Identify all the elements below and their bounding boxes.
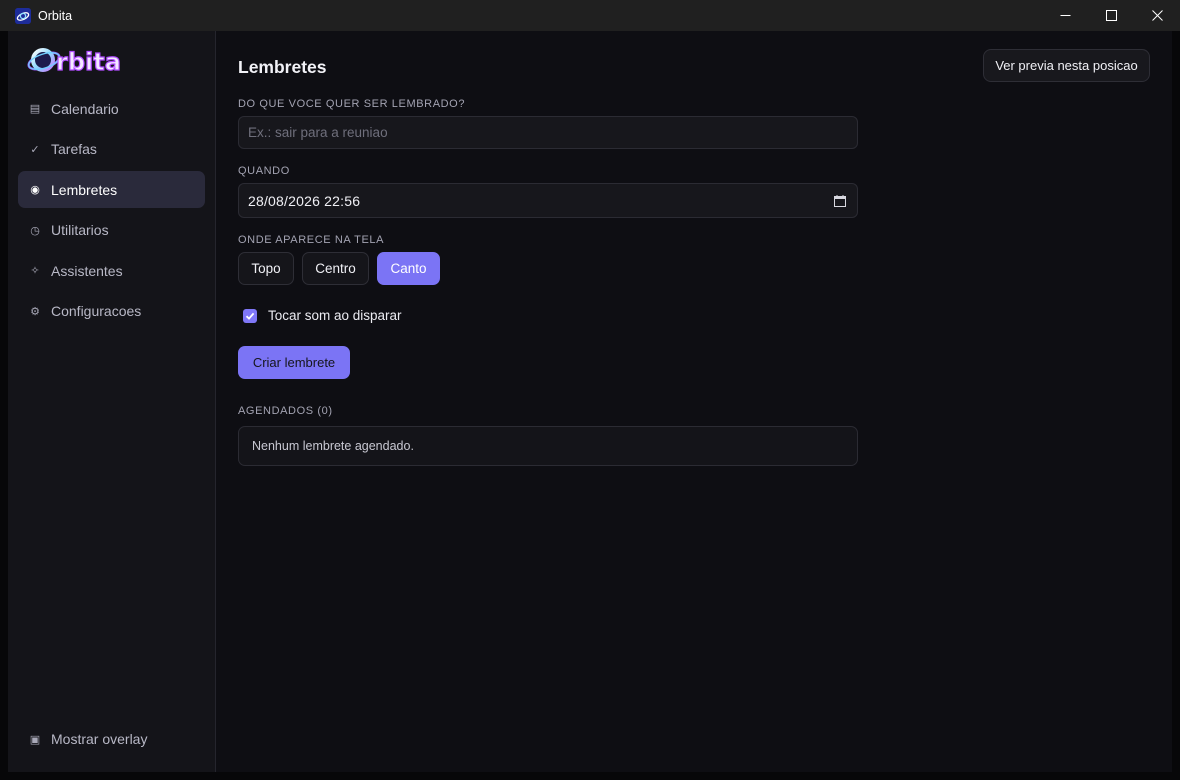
- sidebar-item-utilitarios[interactable]: ◷ Utilitarios: [18, 212, 205, 249]
- sidebar-item-configuracoes[interactable]: ⚙ Configuracoes: [18, 293, 205, 330]
- datetime-input[interactable]: 28/08/2026 22:56: [238, 183, 858, 218]
- app-client-area: rbita ▤ Calendario ✓ Tarefas ◉ Lembretes…: [8, 31, 1172, 772]
- datetime-value: 28/08/2026 22:56: [248, 192, 361, 209]
- orbita-app-icon: [15, 7, 31, 24]
- sparkle-icon: ✧: [30, 265, 40, 277]
- sidebar-nav: ▤ Calendario ✓ Tarefas ◉ Lembretes ◷ Uti…: [18, 90, 205, 333]
- main-content: Lembretes Ver previa nesta posicao DO QU…: [238, 31, 1172, 772]
- sound-checkbox[interactable]: [243, 308, 257, 323]
- calendar-icon[interactable]: [834, 195, 846, 207]
- sidebar-item-label: Calendario: [51, 100, 119, 117]
- list-icon: ▤: [29, 103, 41, 115]
- sidebar-item-label: Configuracoes: [51, 303, 142, 319]
- sound-checkbox-row[interactable]: Tocar som ao disparar: [243, 308, 402, 323]
- sidebar-item-label: Lembretes: [51, 181, 118, 198]
- window-title: Orbita: [38, 8, 73, 23]
- minimize-button[interactable]: [1042, 0, 1088, 31]
- position-topo-button[interactable]: Topo: [238, 252, 294, 285]
- overlay-square-icon: ▣: [29, 733, 41, 746]
- position-field-label: ONDE APARECE NA TELA: [238, 234, 385, 246]
- sidebar-item-calendario[interactable]: ▤ Calendario: [18, 90, 205, 127]
- show-overlay-button[interactable]: ▣ Mostrar overlay: [18, 720, 205, 758]
- sidebar-item-label: Assistentes: [51, 262, 123, 279]
- title-bar[interactable]: Orbita: [0, 0, 1180, 31]
- sidebar-item-lembretes[interactable]: ◉ Lembretes: [18, 171, 205, 208]
- scheduled-empty-state: Nenhum lembrete agendado.: [238, 426, 858, 466]
- radio-dot-icon: ◉: [30, 184, 40, 196]
- gear-icon: ⚙: [30, 305, 40, 318]
- scheduled-section-label: AGENDADOS (0): [238, 405, 333, 417]
- minimize-icon: [1060, 15, 1070, 16]
- sound-checkbox-label: Tocar som ao disparar: [268, 308, 402, 323]
- page-title: Lembretes: [238, 57, 327, 77]
- reminder-input[interactable]: [238, 116, 858, 149]
- clock-icon: ◷: [30, 224, 40, 237]
- when-field-label: QUANDO: [238, 165, 290, 177]
- show-overlay-label: Mostrar overlay: [51, 731, 148, 747]
- maximize-icon: [1105, 10, 1117, 21]
- preview-position-button[interactable]: Ver previa nesta posicao: [983, 49, 1150, 82]
- maximize-button[interactable]: [1088, 0, 1134, 31]
- checkmark-icon: [245, 312, 255, 320]
- check-icon: ✓: [30, 143, 40, 156]
- sidebar-item-label: Tarefas: [51, 141, 97, 157]
- close-button[interactable]: [1134, 0, 1180, 31]
- position-centro-button[interactable]: Centro: [302, 252, 369, 285]
- app-window: Orbita rbita ▤ Calendario ✓ Tarefas ◉ Le…: [0, 0, 1180, 780]
- sidebar-item-label: Utilitarios: [51, 222, 109, 238]
- position-canto-button[interactable]: Canto: [377, 252, 440, 285]
- create-reminder-button[interactable]: Criar lembrete: [238, 346, 350, 379]
- reminder-field-label: DO QUE VOCE QUER SER LEMBRADO?: [238, 98, 466, 110]
- orbita-logo: rbita: [26, 39, 138, 81]
- window-controls: [1042, 0, 1180, 31]
- sidebar-item-tarefas[interactable]: ✓ Tarefas: [18, 131, 205, 168]
- sidebar-item-assistentes[interactable]: ✧ Assistentes: [18, 252, 205, 289]
- close-icon: [1151, 10, 1163, 21]
- svg-text:rbita: rbita: [56, 48, 121, 76]
- position-selector: Topo Centro Canto: [238, 252, 448, 285]
- sidebar: rbita ▤ Calendario ✓ Tarefas ◉ Lembretes…: [8, 31, 216, 772]
